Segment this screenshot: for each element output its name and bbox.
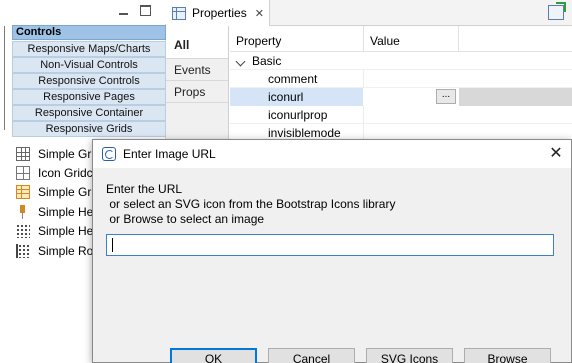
- category-responsive-pages[interactable]: Responsive Pages: [12, 89, 166, 105]
- value-cell-extension: [459, 88, 572, 106]
- icon-grid-icon: [16, 166, 30, 181]
- properties-icon: [172, 6, 186, 20]
- property-row[interactable]: comment: [230, 70, 572, 88]
- dotted-header-icon: [16, 224, 30, 239]
- tab-all[interactable]: All: [166, 26, 228, 59]
- property-row[interactable]: iconurlprop: [230, 106, 572, 124]
- text-caret: [112, 238, 113, 252]
- property-grid-header: Property Value: [230, 26, 572, 52]
- maximize-icon[interactable]: [140, 5, 151, 16]
- group-row-basic[interactable]: Basic: [230, 52, 572, 70]
- property-grid: Basic comment iconurl ... iconurlprop in…: [230, 52, 572, 142]
- close-icon[interactable]: ✕: [541, 140, 571, 168]
- colored-grid-icon: [16, 185, 30, 200]
- property-name: iconurl: [268, 90, 304, 104]
- tab-properties-label: Properties: [192, 6, 247, 20]
- column-divider[interactable]: [458, 26, 459, 52]
- ellipsis-button[interactable]: ...: [436, 89, 456, 104]
- cancel-button[interactable]: Cancel: [268, 348, 355, 363]
- property-name: invisiblemode: [268, 126, 341, 140]
- view-menu-icon[interactable]: [548, 2, 566, 20]
- category-responsive-container[interactable]: Responsive Container: [12, 105, 166, 121]
- instruction-line: or Browse to select an image: [106, 212, 265, 226]
- property-row-selected[interactable]: iconurl ...: [230, 88, 572, 106]
- dialog-body: Enter the URL or select an SVG icon from…: [93, 168, 571, 363]
- ok-button[interactable]: OK: [170, 348, 257, 363]
- dialog-titlebar[interactable]: Enter Image URL ✕: [93, 140, 571, 168]
- category-responsive-maps-charts[interactable]: Responsive Maps/Charts: [12, 41, 166, 57]
- tab-events[interactable]: Events: [166, 59, 228, 81]
- category-list: Responsive Maps/Charts Non-Visual Contro…: [12, 41, 166, 137]
- property-name: iconurlprop: [268, 108, 328, 122]
- browse-button[interactable]: Browse: [464, 348, 551, 363]
- column-divider: [363, 70, 364, 88]
- close-icon[interactable]: ✕: [255, 7, 264, 20]
- tree-guide-line: [4, 26, 11, 130]
- category-responsive-grids[interactable]: Responsive Grids: [12, 121, 166, 137]
- minimize-icon[interactable]: [118, 6, 130, 16]
- column-divider: [363, 106, 364, 124]
- instruction-line: Enter the URL: [106, 182, 183, 196]
- grid-icon: [16, 146, 30, 161]
- property-name: comment: [268, 72, 318, 86]
- app-icon: [102, 147, 116, 161]
- controls-header[interactable]: Controls: [12, 25, 166, 40]
- dialog-instructions: Enter the URL or select an SVG icon from…: [106, 182, 395, 227]
- properties-tabbar: Properties ✕: [166, 0, 572, 26]
- svg-icons-button[interactable]: SVG Icons: [366, 348, 453, 363]
- row-icon: [16, 243, 30, 258]
- palette-toolbar: [0, 0, 166, 24]
- column-divider[interactable]: [363, 26, 364, 52]
- url-input[interactable]: [106, 234, 554, 256]
- chevron-down-icon[interactable]: [235, 56, 246, 67]
- category-responsive-controls[interactable]: Responsive Controls: [12, 73, 166, 89]
- category-non-visual-controls[interactable]: Non-Visual Controls: [12, 57, 166, 73]
- column-header-value[interactable]: Value: [370, 34, 400, 48]
- tab-properties[interactable]: Properties ✕: [166, 0, 270, 26]
- dialog-title: Enter Image URL: [123, 147, 216, 161]
- enter-image-url-dialog: Enter Image URL ✕ Enter the URL or selec…: [92, 139, 572, 363]
- instruction-line: or select an SVG icon from the Bootstrap…: [106, 197, 396, 211]
- column-header-property[interactable]: Property: [236, 34, 281, 48]
- properties-side-tabs: All Events Props: [166, 26, 229, 146]
- tab-props[interactable]: Props: [166, 81, 228, 103]
- group-label: Basic: [252, 54, 282, 68]
- header-icon: [16, 204, 30, 219]
